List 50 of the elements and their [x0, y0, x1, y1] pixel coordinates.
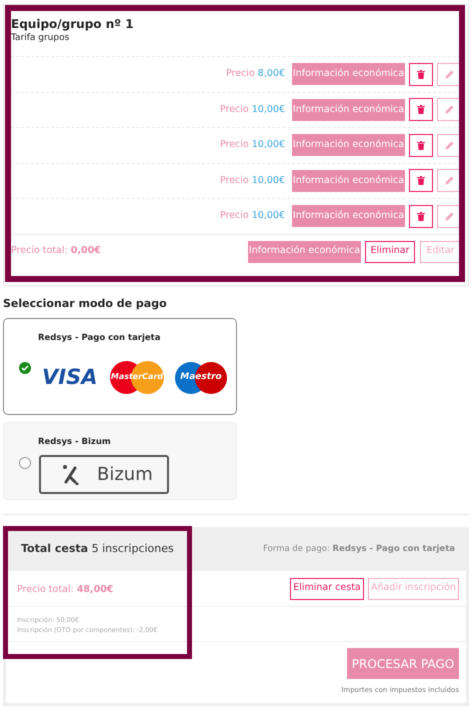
pencil-icon: [444, 70, 454, 79]
delete-button[interactable]: [409, 62, 433, 86]
basket-title: Total cesta 5 inscripciones: [21, 540, 174, 557]
visa-logo: VISA: [42, 364, 98, 391]
pencil-icon: [444, 212, 454, 221]
radio-icon[interactable]: [19, 457, 31, 469]
process-payment-button[interactable]: PROCESAR PAGO: [347, 648, 459, 679]
economic-info-button[interactable]: Información económica: [292, 63, 405, 86]
trash-icon: [417, 176, 425, 186]
bizum-logo: Bizum: [39, 455, 169, 494]
trash-icon: [417, 70, 425, 79]
economic-info-button[interactable]: Información económica: [292, 170, 405, 192]
add-registration-button[interactable]: Añadir inscripción: [368, 578, 459, 600]
total-price-text: Precio total: 0,00€: [11, 244, 101, 258]
price-text: Precio 8,00€: [226, 67, 285, 82]
delete-button[interactable]: [409, 204, 433, 228]
group-subtitle: Tarifa grupos: [11, 32, 70, 44]
delete-button[interactable]: [409, 98, 433, 122]
price-text: Precio 10,00€: [220, 209, 285, 224]
pencil-icon: [444, 176, 454, 186]
section-heading: Seleccionar modo de pago: [3, 296, 167, 312]
payment-method-text: Forma de pago: Redsys - Pago con tarjeta: [263, 542, 455, 556]
delete-basket-button[interactable]: Eliminar cesta: [290, 578, 364, 600]
edit-button[interactable]: [437, 134, 461, 157]
radio-checked-icon[interactable]: [19, 362, 31, 374]
payment-option-title: Redsys - Pago con tarjeta: [38, 332, 160, 345]
price-text: Precio 10,00€: [220, 102, 285, 117]
total-price-text: Precio total: 48,00€: [17, 582, 114, 597]
delete-button[interactable]: [409, 169, 433, 192]
payment-option[interactable]: Redsys - Bizum Bizum: [3, 422, 237, 500]
economic-info-button[interactable]: Información económica: [292, 134, 405, 156]
pencil-icon: [444, 105, 454, 114]
trash-icon: [417, 140, 425, 150]
economic-info-button[interactable]: Información económica: [292, 205, 405, 228]
delete-button[interactable]: [409, 134, 433, 157]
edit-button[interactable]: [437, 204, 461, 228]
payment-option-title: Redsys - Bizum: [38, 436, 111, 449]
edit-button[interactable]: [437, 62, 461, 86]
delete-button[interactable]: Eliminar: [365, 240, 415, 262]
edit-button[interactable]: Editar: [420, 240, 461, 262]
economic-info-button[interactable]: Información económica: [292, 98, 405, 121]
group-title: Equipo/grupo nº 1: [11, 16, 135, 32]
price-text: Precio 10,00€: [220, 174, 285, 188]
trash-icon: [417, 212, 425, 221]
trash-icon: [417, 105, 425, 114]
edit-button[interactable]: [437, 98, 461, 122]
pencil-icon: [444, 140, 454, 150]
edit-button[interactable]: [437, 169, 461, 192]
economic-info-button[interactable]: Información económica: [248, 240, 361, 262]
price-text: Precio 10,00€: [220, 138, 285, 152]
